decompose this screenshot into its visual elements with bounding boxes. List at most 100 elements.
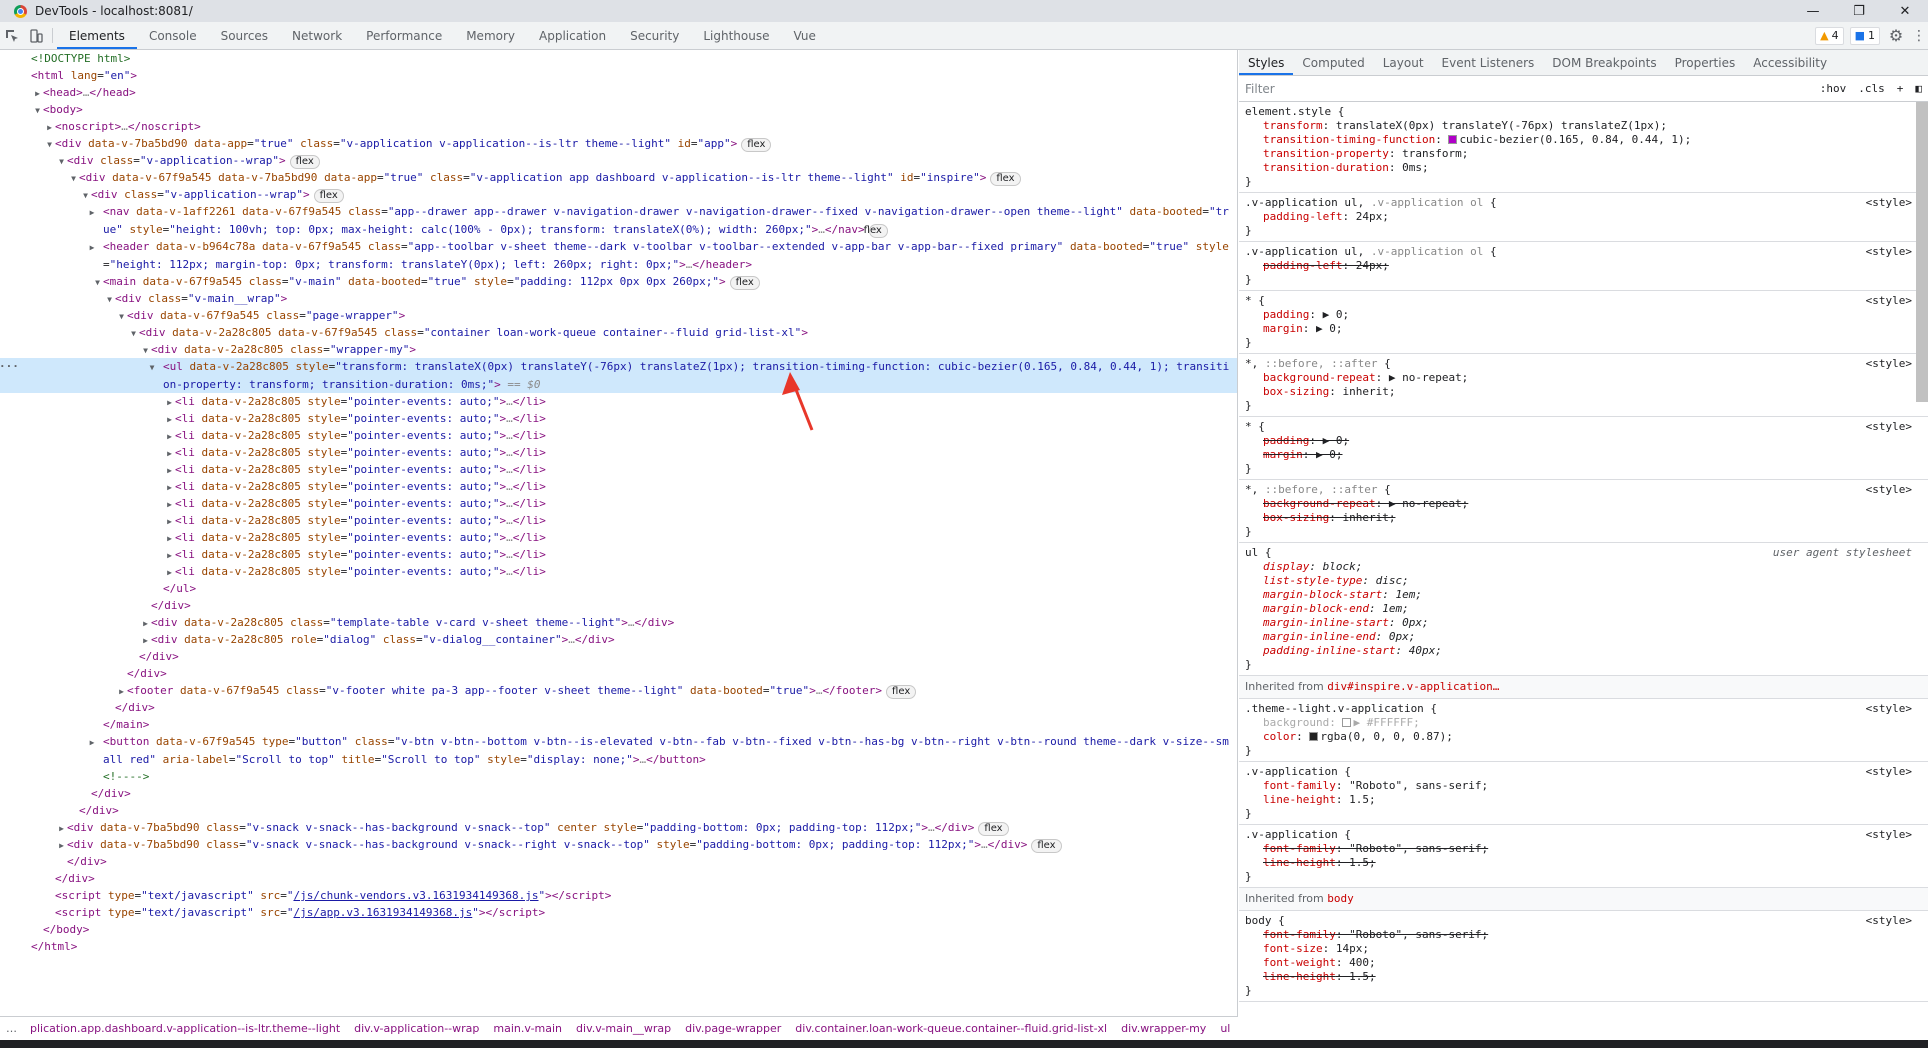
dom-node[interactable]: ▼ <body> xyxy=(0,101,1237,118)
rule-source-link[interactable]: <style> xyxy=(1866,828,1912,842)
messages-badge[interactable]: ■ 1 xyxy=(1849,26,1880,45)
expand-triangle-icon[interactable]: ▶ xyxy=(140,615,151,632)
css-declaration[interactable]: box-sizing: inherit; xyxy=(1245,511,1922,525)
css-declaration[interactable]: line-height: 1.5; xyxy=(1245,856,1922,870)
dom-node[interactable]: ▶ <div data-v-2a28c805 role="dialog" clas… xyxy=(0,631,1237,648)
dom-node[interactable]: ▶ <footer data-v-67f9a545 class="v-footer… xyxy=(0,682,1237,699)
breadcrumb-item[interactable]: div.container.loan-work-queue.container-… xyxy=(788,1022,1114,1035)
sidebar-tab-event-listeners[interactable]: Event Listeners xyxy=(1433,50,1544,75)
breadcrumb-item[interactable]: ul xyxy=(1213,1022,1237,1035)
dom-node[interactable]: <!----> xyxy=(0,768,1237,785)
collapse-triangle-icon[interactable]: ▼ xyxy=(32,102,43,119)
restore-icon[interactable]: ❐ xyxy=(1836,0,1882,22)
flex-badge[interactable]: flex xyxy=(1031,839,1062,853)
dom-node[interactable]: </body> xyxy=(0,921,1237,938)
dom-node[interactable]: ▶ <noscript>…</noscript> xyxy=(0,118,1237,135)
dom-node[interactable]: ▼ <div data-v-7ba5bd90 data-app="true" cl… xyxy=(0,135,1237,152)
tab-application[interactable]: Application xyxy=(527,22,618,49)
css-declaration[interactable]: background-repeat: ▶ no-repeat; xyxy=(1245,371,1922,385)
expand-triangle-icon[interactable]: ▶ xyxy=(164,496,175,513)
hov-toggle[interactable]: :hov xyxy=(1814,82,1853,95)
dom-node[interactable]: ▶ <div data-v-7ba5bd90 class="v-snack v-s… xyxy=(0,836,1237,853)
expand-triangle-icon[interactable]: ▶ xyxy=(32,85,43,102)
css-declaration[interactable]: margin-inline-start: 0px; xyxy=(1245,616,1922,630)
dom-node[interactable]: </div> xyxy=(0,785,1237,802)
dom-node[interactable]: </div> xyxy=(0,802,1237,819)
node-actions-icon[interactable]: ··· xyxy=(0,358,19,375)
rule-source-link[interactable]: <style> xyxy=(1866,420,1912,434)
css-declaration[interactable]: padding-inline-start: 40px; xyxy=(1245,644,1922,658)
dom-node[interactable]: ▼ <div data-v-2a28c805 class="wrapper-my"… xyxy=(0,341,1237,358)
dom-node[interactable]: ▶ <li data-v-2a28c805 style="pointer-even… xyxy=(0,512,1237,529)
inherited-ref-link[interactable]: div#inspire.v-application… xyxy=(1327,680,1499,693)
dom-node[interactable]: ▼ <main data-v-67f9a545 class="v-main" da… xyxy=(0,273,1237,290)
css-declaration[interactable]: padding: ▶ 0; xyxy=(1245,308,1922,322)
dom-node[interactable]: ▶ <button data-v-67f9a545 type="button" c… xyxy=(0,733,1237,768)
flex-badge[interactable]: flex xyxy=(886,685,917,699)
color-swatch-icon[interactable] xyxy=(1309,732,1319,741)
dom-node[interactable]: ▼ <div class="v-application--wrap"> flex xyxy=(0,186,1237,203)
css-declaration[interactable]: margin: ▶ 0; xyxy=(1245,448,1922,462)
css-declaration[interactable]: padding-left: 24px; xyxy=(1245,259,1922,273)
dom-node[interactable]: </div> xyxy=(0,597,1237,614)
dom-node[interactable]: ▶ <head>…</head> xyxy=(0,84,1237,101)
rule-source-link[interactable]: <style> xyxy=(1866,357,1912,371)
css-declaration[interactable]: font-size: 14px; xyxy=(1245,942,1922,956)
collapse-triangle-icon[interactable]: ▼ xyxy=(80,187,91,204)
dom-node[interactable]: </main> xyxy=(0,716,1237,733)
rule-selector[interactable]: .v-application ul, .v-application ol { xyxy=(1245,245,1922,259)
expand-triangle-icon[interactable]: ▶ xyxy=(164,530,175,547)
dom-node[interactable]: </div> xyxy=(0,648,1237,665)
rule-selector[interactable]: .v-application { xyxy=(1245,765,1922,779)
breadcrumb-item[interactable]: div.wrapper-my xyxy=(1114,1022,1213,1035)
expand-triangle-icon[interactable]: ▶ xyxy=(116,683,127,700)
sidebar-tab-layout[interactable]: Layout xyxy=(1374,50,1433,75)
flex-badge[interactable]: flex xyxy=(990,172,1021,186)
device-toolbar-icon[interactable] xyxy=(24,22,48,49)
rule-source-link[interactable]: <style> xyxy=(1866,294,1912,308)
dom-node[interactable]: ▶ <li data-v-2a28c805 style="pointer-even… xyxy=(0,393,1237,410)
expand-triangle-icon[interactable]: ▶ xyxy=(56,820,67,837)
toggle-sidebar-icon[interactable]: ◧ xyxy=(1909,82,1928,95)
tab-vue[interactable]: Vue xyxy=(782,22,828,49)
expand-triangle-icon[interactable]: ▶ xyxy=(56,837,67,854)
css-declaration[interactable]: color: rgba(0, 0, 0, 0.87); xyxy=(1245,730,1922,744)
css-declaration[interactable]: margin: ▶ 0; xyxy=(1245,322,1922,336)
collapse-triangle-icon[interactable]: ▼ xyxy=(92,274,103,291)
expand-triangle-icon[interactable]: ▶ xyxy=(164,547,175,564)
rule-selector[interactable]: .v-application ul, .v-application ol { xyxy=(1245,196,1922,210)
rule-selector[interactable]: body { xyxy=(1245,914,1922,928)
css-declaration[interactable]: font-family: "Roboto", sans-serif; xyxy=(1245,928,1922,942)
styles-scrollbar[interactable] xyxy=(1916,102,1928,402)
css-declaration[interactable]: line-height: 1.5; xyxy=(1245,970,1922,984)
expand-triangle-icon[interactable]: ▶ xyxy=(44,119,55,136)
dom-node[interactable]: </div> xyxy=(0,699,1237,716)
css-declaration[interactable]: transform: translateX(0px) translateY(-7… xyxy=(1245,119,1922,133)
minimize-icon[interactable]: — xyxy=(1790,0,1836,22)
collapse-triangle-icon[interactable]: ▼ xyxy=(128,325,139,342)
expand-triangle-icon[interactable]: ▶ xyxy=(90,239,103,256)
rule-selector[interactable]: .theme--light.v-application { xyxy=(1245,702,1922,716)
rule-source-link[interactable]: <style> xyxy=(1866,196,1912,210)
collapse-triangle-icon[interactable]: ▼ xyxy=(56,153,67,170)
dom-node[interactable]: <script type="text/javascript" src="/js/… xyxy=(0,887,1237,904)
gear-icon[interactable]: ⚙ xyxy=(1886,26,1906,45)
sidebar-tab-properties[interactable]: Properties xyxy=(1666,50,1745,75)
dom-node[interactable]: ▶ <li data-v-2a28c805 style="pointer-even… xyxy=(0,546,1237,563)
expand-triangle-icon[interactable]: ▶ xyxy=(164,479,175,496)
rule-selector[interactable]: * { xyxy=(1245,294,1922,308)
dom-node[interactable]: ▶ <li data-v-2a28c805 style="pointer-even… xyxy=(0,478,1237,495)
css-declaration[interactable]: transition-property: transform; xyxy=(1245,147,1922,161)
breadcrumb-item[interactable]: main.v-main xyxy=(486,1022,569,1035)
dom-node[interactable]: ▶ <li data-v-2a28c805 style="pointer-even… xyxy=(0,410,1237,427)
collapse-triangle-icon[interactable]: ▼ xyxy=(116,308,127,325)
new-rule-button[interactable]: + xyxy=(1891,82,1910,95)
tab-sources[interactable]: Sources xyxy=(209,22,280,49)
collapse-triangle-icon[interactable]: ▼ xyxy=(68,170,79,187)
warnings-badge[interactable]: ▲ 4 xyxy=(1815,26,1844,45)
flex-badge[interactable]: flex xyxy=(741,138,772,152)
dom-node[interactable]: ▼ <div class="v-application--wrap"> flex xyxy=(0,152,1237,169)
expand-triangle-icon[interactable]: ▶ xyxy=(140,632,151,649)
dom-node[interactable]: </div> xyxy=(0,665,1237,682)
dom-node[interactable]: ▶ <nav data-v-1aff2261 data-v-67f9a545 cl… xyxy=(0,203,1237,238)
